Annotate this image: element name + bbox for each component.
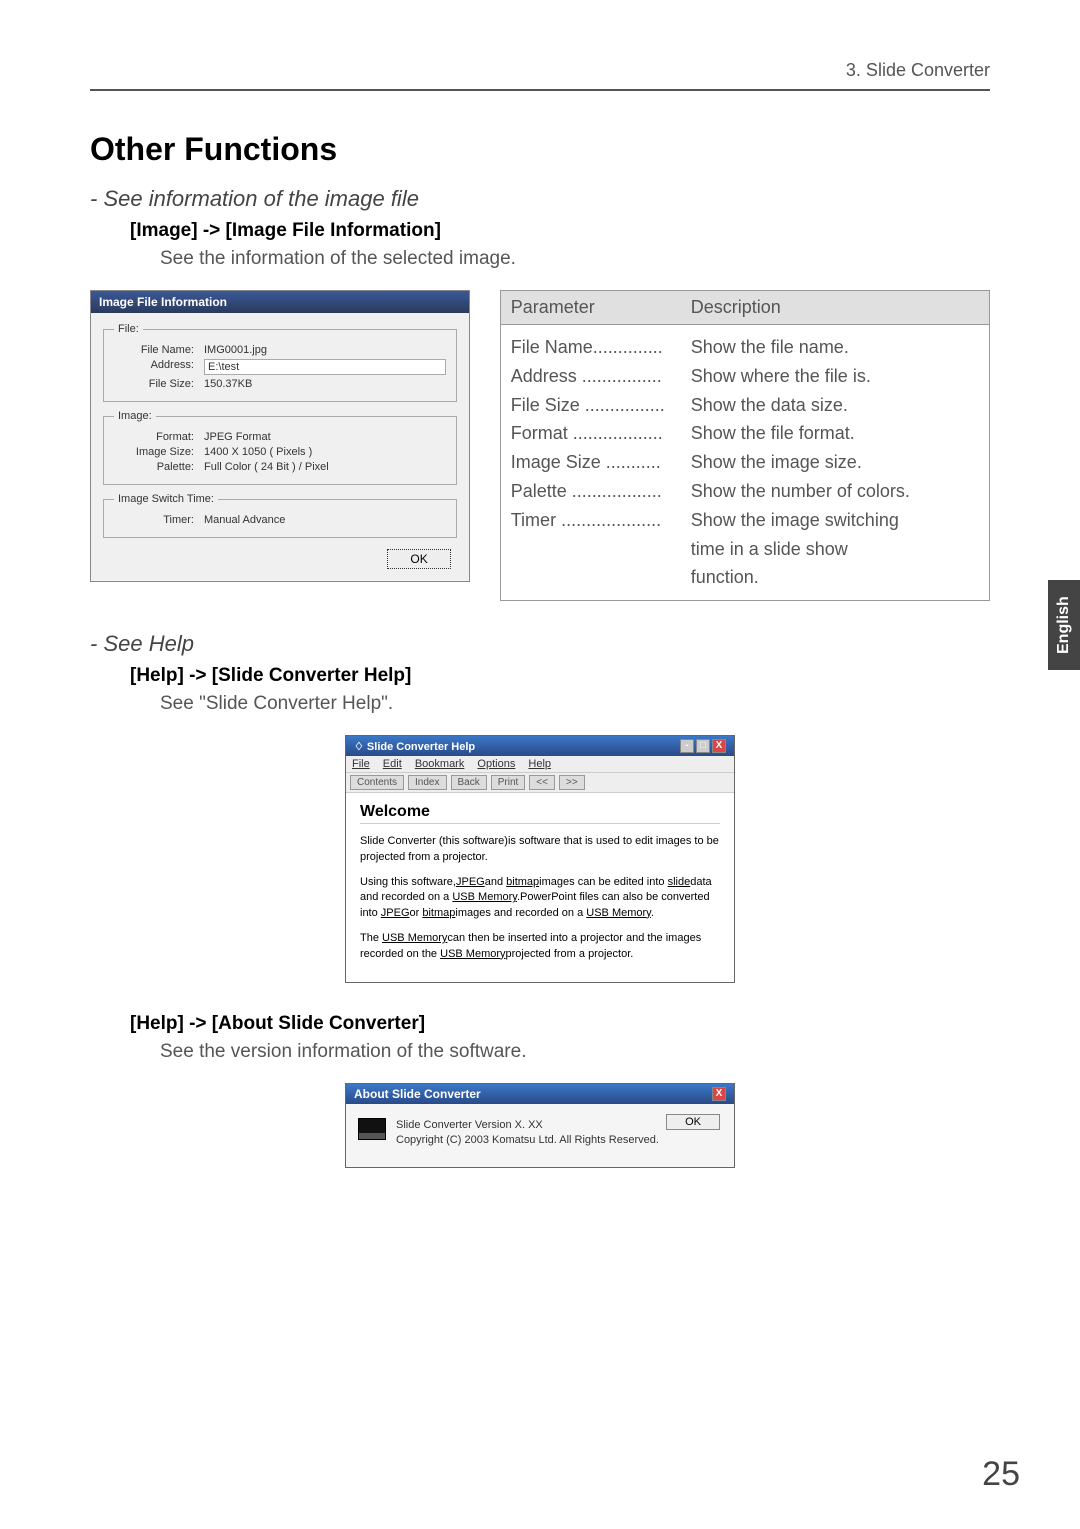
col-description: Description [691, 297, 781, 318]
help-window: ♢ Slide Converter Help - □ X File Edit B… [345, 735, 735, 983]
menupath-help: [Help] -> [Slide Converter Help] [130, 665, 990, 687]
menu-help[interactable]: Help [528, 758, 551, 770]
parameter-table: Parameter Description File Name.........… [500, 290, 990, 601]
desc-about: See the version information of the softw… [160, 1041, 990, 1063]
help-paragraph-1: Slide Converter (this software)is softwa… [360, 834, 720, 865]
table-row: File Name..............Show the file nam… [511, 333, 979, 362]
help-toolbar: Contents Index Back Print << >> [346, 773, 734, 793]
help-paragraph-3: The USB Memorycan then be inserted into … [360, 931, 720, 962]
label-format: Format: [114, 431, 194, 443]
ok-button[interactable]: OK [387, 549, 450, 569]
btn-prev[interactable]: << [529, 775, 555, 790]
help-menubar[interactable]: File Edit Bookmark Options Help [346, 756, 734, 773]
fieldset-image: Image: Format: JPEG Format Image Size: 140… [103, 410, 457, 485]
dialog-title: Image File Information [91, 291, 469, 313]
desc-imageinfo: See the information of the selected imag… [160, 248, 990, 270]
about-close-icon[interactable]: X [712, 1087, 726, 1101]
table-row: Image Size ...........Show the image siz… [511, 448, 979, 477]
app-icon [358, 1118, 386, 1140]
legend-image: Image: [114, 410, 156, 422]
menu-file[interactable]: File [352, 758, 370, 770]
about-ok-button[interactable]: OK [666, 1114, 720, 1130]
menupath-about: [Help] -> [About Slide Converter] [130, 1013, 990, 1035]
label-imagesize: Image Size: [114, 446, 194, 458]
table-row: File Size ................Show the data … [511, 391, 979, 420]
fieldset-timer: Image Switch Time: Timer: Manual Advance [103, 493, 457, 538]
value-imagesize: 1400 X 1050 ( Pixels ) [204, 446, 446, 458]
value-palette: Full Color ( 24 Bit ) / Pixel [204, 461, 446, 473]
menupath-imageinfo: [Image] -> [Image File Information] [130, 220, 990, 242]
help-paragraph-2: Using this software,JPEGand bitmapimages… [360, 875, 720, 921]
section-subtitle-imageinfo: - See information of the image file [90, 186, 990, 212]
menu-options[interactable]: Options [477, 758, 515, 770]
table-row: Palette ..................Show the numbe… [511, 477, 979, 506]
btn-next[interactable]: >> [559, 775, 585, 790]
desc-help: See "Slide Converter Help". [160, 693, 990, 715]
col-parameter: Parameter [511, 297, 691, 318]
about-window-title: About Slide Converter [354, 1087, 481, 1101]
fieldset-file: File: File Name: IMG0001.jpg Address: E:\t… [103, 323, 457, 402]
legend-timer: Image Switch Time: [114, 493, 218, 505]
label-filesize: File Size: [114, 378, 194, 390]
image-file-info-dialog: Image File Information File: File Name: I… [90, 290, 470, 582]
minimize-icon[interactable]: - [680, 739, 694, 753]
maximize-icon[interactable]: □ [696, 739, 710, 753]
page-number: 25 [982, 1455, 1020, 1494]
help-welcome-heading: Welcome [360, 803, 720, 824]
chapter-header: 3. Slide Converter [90, 60, 990, 91]
about-version-text: Slide Converter Version X. XX [396, 1118, 659, 1133]
timer-continuation-1: time in a slide show [691, 535, 979, 564]
value-filename: IMG0001.jpg [204, 344, 446, 356]
value-address[interactable]: E:\test [204, 359, 446, 375]
help-window-title: ♢ Slide Converter Help [354, 740, 475, 753]
language-tab: English [1048, 580, 1080, 670]
label-address: Address: [114, 359, 194, 375]
table-row: Format ..................Show the file f… [511, 419, 979, 448]
btn-contents[interactable]: Contents [350, 775, 404, 790]
about-window: About Slide Converter X Slide Converter … [345, 1083, 735, 1168]
label-timer: Timer: [114, 514, 194, 526]
close-icon[interactable]: X [712, 739, 726, 753]
about-copyright-text: Copyright (C) 2003 Komatsu Ltd. All Righ… [396, 1133, 659, 1148]
label-filename: File Name: [114, 344, 194, 356]
label-palette: Palette: [114, 461, 194, 473]
timer-continuation-2: function. [691, 563, 979, 592]
value-filesize: 150.37KB [204, 378, 446, 390]
page-title: Other Functions [90, 131, 990, 168]
btn-print[interactable]: Print [491, 775, 526, 790]
btn-back[interactable]: Back [451, 775, 487, 790]
btn-index[interactable]: Index [408, 775, 446, 790]
menu-edit[interactable]: Edit [383, 758, 402, 770]
table-row: Address ................Show where the f… [511, 362, 979, 391]
section-subtitle-help: - See Help [90, 631, 990, 657]
menu-bookmark[interactable]: Bookmark [415, 758, 465, 770]
legend-file: File: [114, 323, 143, 335]
value-format: JPEG Format [204, 431, 446, 443]
table-row: Timer ....................Show the image… [511, 506, 979, 535]
value-timer: Manual Advance [204, 514, 446, 526]
